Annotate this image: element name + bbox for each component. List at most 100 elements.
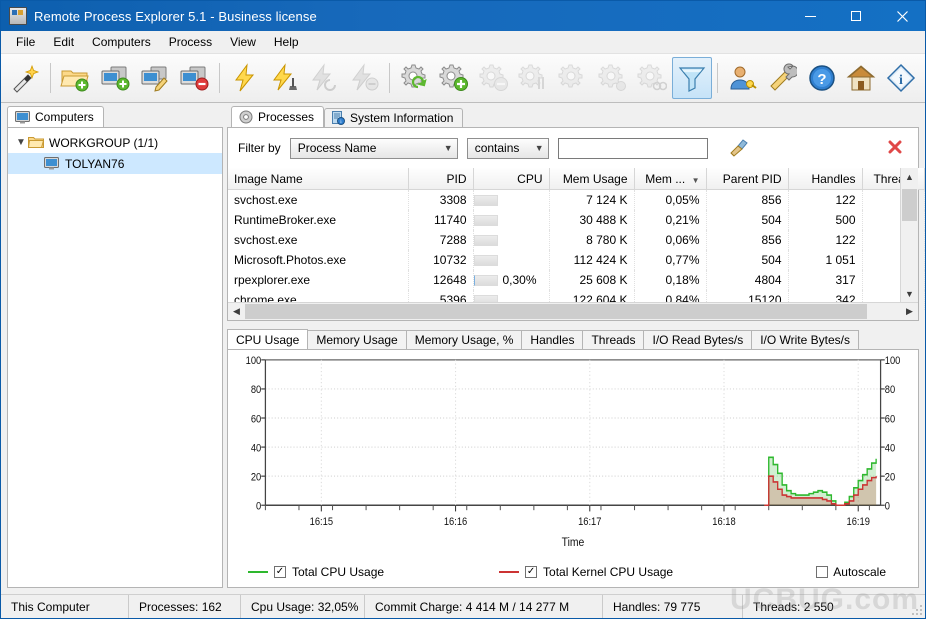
process-table-vscrollbar[interactable]: ▲ ▼ xyxy=(900,168,918,302)
new-process-button[interactable] xyxy=(434,57,474,99)
table-row[interactable]: svchost.exe 3308 7 124 K 0,05% 856 122 xyxy=(228,189,925,210)
table-row[interactable]: svchost.exe 7288 8 780 K 0,06% 856 122 xyxy=(228,230,925,250)
home-button[interactable] xyxy=(842,57,882,99)
table-row[interactable]: Microsoft.Photos.exe 10732 112 424 K 0,77% 5… xyxy=(228,250,925,270)
tab-system-information[interactable]: i System Information xyxy=(324,108,464,127)
menu-item-view[interactable]: View xyxy=(221,33,265,51)
add-computer-button[interactable] xyxy=(95,57,135,99)
svg-text:16:17: 16:17 xyxy=(578,516,602,528)
remove-computer-button[interactable] xyxy=(175,57,215,99)
filter-clear-button[interactable] xyxy=(729,139,749,157)
user-credentials-button[interactable] xyxy=(723,57,763,99)
cell-mem-pct: 0,06% xyxy=(634,230,707,250)
filter-close-button[interactable] xyxy=(888,140,902,157)
toolbar-separator-2 xyxy=(219,63,221,93)
reconnect-button[interactable] xyxy=(304,57,344,99)
column-header-pid[interactable]: PID xyxy=(408,168,474,190)
cell-pid: 10732 xyxy=(408,250,474,270)
options-wrench-icon xyxy=(770,63,798,91)
filter-operator-select[interactable]: contains ▼ xyxy=(466,137,549,159)
cell-cpu: 0,30% xyxy=(473,270,550,290)
about-icon: i xyxy=(886,63,916,93)
cell-cpu xyxy=(473,230,550,250)
close-button[interactable] xyxy=(879,1,925,31)
column-header-mem-usage[interactable]: Mem Usage xyxy=(549,168,635,190)
cell-mem-usage: 112 424 K xyxy=(549,250,635,270)
kill-process-button[interactable] xyxy=(474,57,514,99)
connect-as-icon xyxy=(272,63,297,91)
resize-grip-icon[interactable] xyxy=(911,604,923,616)
chart-tab-memory-usage[interactable]: Memory Usage, % xyxy=(405,330,523,349)
process-properties-button[interactable] xyxy=(553,57,593,99)
tab-system-information-label: System Information xyxy=(350,111,454,125)
about-button[interactable]: i xyxy=(881,57,921,99)
column-header-parent-pid[interactable]: Parent PID xyxy=(706,168,789,190)
legend-checkbox-total-cpu[interactable]: ✓ xyxy=(274,566,286,578)
help-button[interactable]: ? xyxy=(802,57,842,99)
menu-item-process[interactable]: Process xyxy=(160,33,221,51)
process-table-element: Image Name PID CPU Mem Usage Mem ... ▼ P… xyxy=(228,168,925,310)
filter-field-select[interactable]: Process Name ▼ xyxy=(289,137,458,159)
scroll-up-icon[interactable]: ▲ xyxy=(901,168,918,185)
chart-tab-cpu-usage[interactable]: CPU Usage xyxy=(227,329,309,349)
process-priority-button[interactable] xyxy=(514,57,554,99)
cell-cpu xyxy=(473,189,550,210)
edit-computer-button[interactable] xyxy=(135,57,175,99)
hscroll-thumb[interactable] xyxy=(245,304,867,319)
chevron-down-icon[interactable]: ▼ xyxy=(14,137,28,148)
cell-cpu xyxy=(473,210,550,230)
svg-text:100: 100 xyxy=(885,356,901,368)
vscroll-thumb[interactable] xyxy=(902,189,917,221)
add-folder-button[interactable] xyxy=(56,57,96,99)
column-header-cpu[interactable]: CPU xyxy=(473,168,550,190)
options-wrench-button[interactable] xyxy=(762,57,802,99)
disconnect-button[interactable] xyxy=(344,57,384,99)
column-header-mem-pct[interactable]: Mem ... ▼ xyxy=(634,168,707,190)
chart-tab-i-o-write-bytes-s[interactable]: I/O Write Bytes/s xyxy=(751,330,859,349)
cell-parent-pid: 504 xyxy=(706,210,789,230)
process-modules-button[interactable] xyxy=(593,57,633,99)
autoscale-option[interactable]: Autoscale xyxy=(816,565,886,579)
filter-text-input[interactable] xyxy=(557,137,708,159)
computers-tree[interactable]: ▼ WORKGROUP (1/1) TOLYAN76 xyxy=(7,127,223,588)
process-search-button[interactable] xyxy=(632,57,672,99)
minimize-button[interactable] xyxy=(787,1,833,31)
legend-checkbox-total-kernel-cpu[interactable]: ✓ xyxy=(525,566,538,578)
scroll-left-icon[interactable]: ◀ xyxy=(228,303,245,320)
autoscale-checkbox[interactable] xyxy=(816,566,829,578)
tree-item-tolyan76[interactable]: TOLYAN76 xyxy=(8,153,222,174)
menu-item-file[interactable]: File xyxy=(7,33,44,51)
chart-tab-handles[interactable]: Handles xyxy=(521,330,584,349)
cpu-bar xyxy=(473,275,498,287)
menu-item-edit[interactable]: Edit xyxy=(44,33,83,51)
menu-item-help[interactable]: Help xyxy=(265,33,308,51)
legend-total-kernel-cpu[interactable]: ✓ Total Kernel CPU Usage xyxy=(499,565,673,579)
menu-item-computers[interactable]: Computers xyxy=(83,33,160,51)
wizard-button[interactable] xyxy=(5,57,45,99)
cell-image-name: svchost.exe xyxy=(228,189,409,210)
filter-button[interactable] xyxy=(672,57,712,99)
process-table-hscrollbar[interactable]: ◀ ▶ xyxy=(228,302,918,320)
column-header-image-name[interactable]: Image Name xyxy=(228,168,409,190)
refresh-process-button[interactable] xyxy=(395,57,435,99)
column-header-handles[interactable]: Handles xyxy=(788,168,863,190)
maximize-button[interactable] xyxy=(833,1,879,31)
connect-as-button[interactable] xyxy=(265,57,305,99)
tab-processes[interactable]: Processes xyxy=(231,106,325,127)
tree-item-workgroup-label: WORKGROUP (1/1) xyxy=(49,135,159,150)
toolbar-separator-4 xyxy=(716,63,718,93)
chart-tab-i-o-read-bytes-s[interactable]: I/O Read Bytes/s xyxy=(643,330,753,349)
scroll-right-icon[interactable]: ▶ xyxy=(901,303,918,320)
table-row[interactable]: RuntimeBroker.exe 11740 30 488 K 0,21% 504 50… xyxy=(228,210,925,230)
table-row[interactable]: rpexplorer.exe 12648 0,30% 25 608 K 0,18% 480… xyxy=(228,270,925,290)
scroll-down-icon[interactable]: ▼ xyxy=(901,285,918,302)
kill-process-icon xyxy=(479,64,508,91)
cell-handles: 122 xyxy=(788,189,863,210)
connect-button[interactable] xyxy=(225,57,265,99)
toolbar-separator-3 xyxy=(388,63,390,93)
legend-total-cpu[interactable]: ✓ Total CPU Usage xyxy=(248,565,384,579)
tab-computers[interactable]: Computers xyxy=(7,106,104,127)
chart-tab-threads[interactable]: Threads xyxy=(582,330,645,349)
chart-tab-memory-usage[interactable]: Memory Usage xyxy=(307,330,407,349)
tree-item-workgroup[interactable]: ▼ WORKGROUP (1/1) xyxy=(8,132,222,153)
